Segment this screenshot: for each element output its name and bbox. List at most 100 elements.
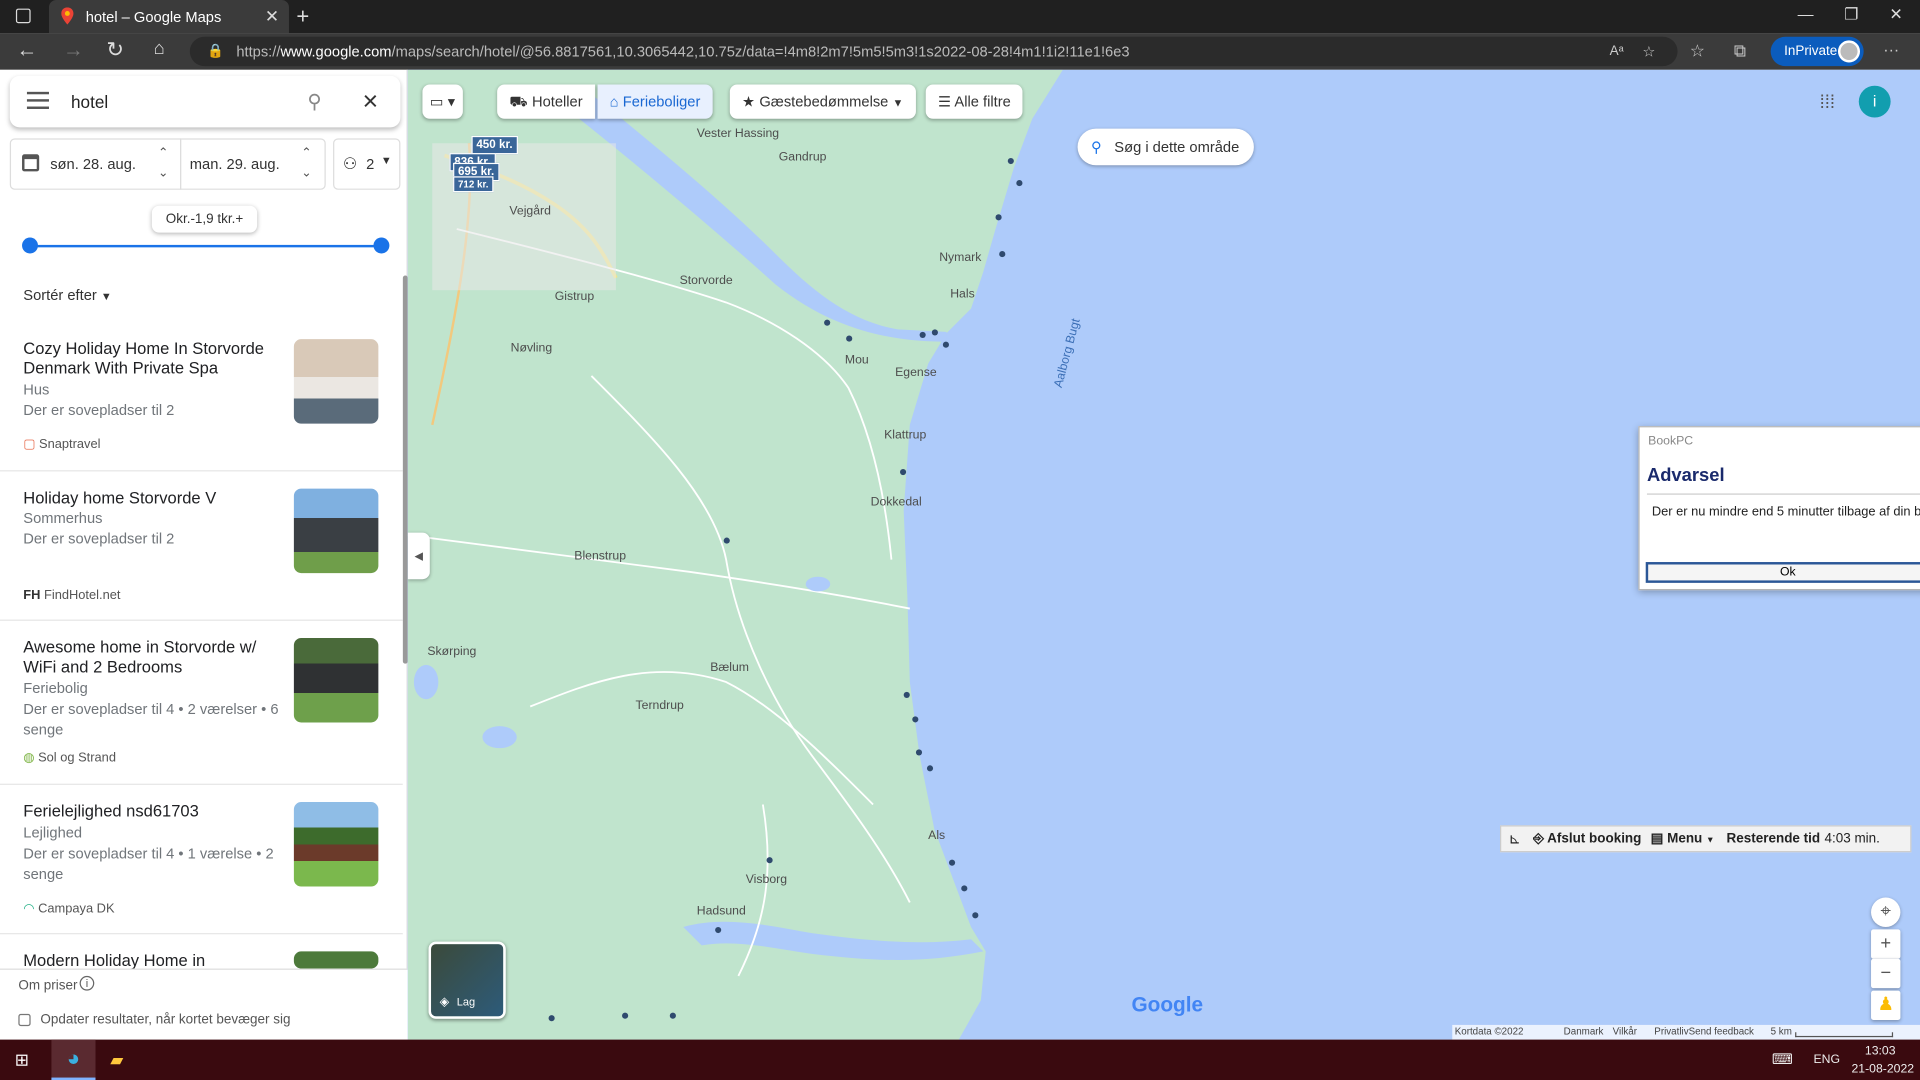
my-location-button[interactable]: ⌖: [1871, 897, 1901, 927]
guest-rating-chip[interactable]: ★ Gæstebedømmelse ▼: [729, 84, 916, 119]
window-close-icon[interactable]: ✕: [1889, 5, 1902, 25]
read-aloud-icon[interactable]: Aᵃ: [1610, 37, 1624, 66]
keyboard-chip[interactable]: ▭ ▾: [422, 84, 463, 119]
map-listing-marker[interactable]: [846, 335, 853, 342]
vacation-rentals-chip[interactable]: ⌂ Ferieboliger: [597, 84, 713, 119]
clock-time[interactable]: 13:03: [1865, 1044, 1896, 1057]
map-listing-marker[interactable]: [919, 331, 926, 338]
about-prices-link[interactable]: Om priser: [18, 978, 77, 993]
search-input[interactable]: hotel: [71, 92, 108, 112]
sort-dropdown[interactable]: Sortér efter ▼: [23, 287, 112, 304]
map-listing-marker[interactable]: [723, 537, 730, 544]
terms-link[interactable]: Vilkår: [1613, 1025, 1637, 1040]
result-title[interactable]: Holiday home Storvorde V: [23, 489, 274, 509]
collections-icon[interactable]: ⧉: [1734, 40, 1746, 61]
zoom-out-button[interactable]: −: [1871, 958, 1901, 989]
add-favorite-icon[interactable]: ☆: [1642, 37, 1655, 66]
all-filters-chip[interactable]: ☰ Alle filtre: [925, 84, 1024, 119]
map-listing-marker[interactable]: [766, 857, 773, 864]
tab-google-maps[interactable]: hotel – Google Maps ✕: [48, 0, 289, 34]
map-listing-marker[interactable]: [942, 341, 949, 348]
apps-grid-icon[interactable]: ⁞⁞⁞: [1820, 92, 1835, 113]
result-photo[interactable]: [293, 339, 379, 424]
checkin-field[interactable]: søn. 28. aug. ⌃ ⌄: [9, 138, 182, 190]
search-icon[interactable]: ⚲: [307, 89, 321, 113]
list-item[interactable]: Ferielejlighed nsd61703 Lejlighed Der er…: [0, 786, 403, 935]
tab-close-icon[interactable]: ✕: [265, 6, 279, 27]
map-listing-marker[interactable]: [912, 716, 919, 723]
restore-icon[interactable]: ❐: [1844, 5, 1858, 25]
guests-selector[interactable]: ⚇ 2 ▼: [333, 138, 401, 190]
home-icon[interactable]: ⌂: [147, 38, 171, 59]
back-icon[interactable]: ←: [15, 38, 39, 62]
more-menu-icon[interactable]: ···: [1883, 40, 1899, 58]
map-listing-marker[interactable]: [999, 251, 1006, 258]
result-photo[interactable]: [293, 637, 379, 723]
file-explorer-icon[interactable]: ▰: [110, 1049, 123, 1070]
country-link[interactable]: Danmark: [1564, 1025, 1604, 1040]
date-stepper-icon[interactable]: ⌃ ⌄: [301, 144, 311, 183]
info-icon[interactable]: i: [79, 975, 95, 991]
result-title[interactable]: Modern Holiday Home in: [23, 951, 274, 968]
clear-search-icon[interactable]: ×: [362, 86, 378, 118]
map-listing-marker[interactable]: [900, 468, 907, 476]
favorites-icon[interactable]: ☆: [1690, 40, 1705, 61]
search-this-area-button[interactable]: ⚲ Søg i dette område: [1077, 128, 1254, 166]
list-item[interactable]: Awesome home in Storvorde w/ WiFi and 2 …: [0, 622, 403, 785]
tab-actions-icon[interactable]: [15, 8, 31, 24]
refresh-icon[interactable]: ↻: [103, 38, 127, 62]
map-listing-marker[interactable]: [995, 214, 1002, 221]
price-slider-max-handle[interactable]: [373, 237, 390, 254]
menu-button[interactable]: ▤ Menu ▼: [1651, 827, 1715, 854]
map-listing-marker[interactable]: [972, 912, 979, 919]
map-listing-marker[interactable]: [1016, 180, 1023, 187]
result-photo[interactable]: [293, 951, 379, 969]
end-booking-button[interactable]: ⎆ Afslut booking: [1533, 827, 1641, 851]
map-listing-marker[interactable]: [824, 319, 831, 326]
inprivate-badge[interactable]: InPrivate: [1770, 36, 1864, 67]
map-listing-marker[interactable]: [948, 859, 956, 866]
keyboard-tray-icon[interactable]: ⌨: [1772, 1051, 1793, 1068]
list-item[interactable]: Modern Holiday Home in: [0, 936, 403, 969]
collapse-panel-button[interactable]: ◀: [407, 532, 430, 580]
dialog-ok-button[interactable]: Ok: [1645, 562, 1920, 583]
account-avatar[interactable]: i: [1858, 85, 1891, 118]
layers-button[interactable]: ◈ Lag: [428, 941, 506, 1019]
result-photo[interactable]: [293, 488, 379, 574]
privacy-link[interactable]: Privatliv: [1654, 1025, 1688, 1040]
street-view-pegman-icon[interactable]: ♟: [1871, 990, 1901, 1021]
update-results-checkbox[interactable]: [18, 1013, 31, 1027]
url-field[interactable]: 🔒 https://www.google.com/maps/search/hot…: [189, 36, 1678, 67]
result-title[interactable]: Awesome home in Storvorde w/ WiFi and 2 …: [23, 638, 274, 677]
clock-date[interactable]: 21-08-2022: [1851, 1063, 1914, 1076]
map-listing-marker[interactable]: [926, 765, 934, 772]
map-listing-marker[interactable]: [622, 1012, 629, 1019]
list-item[interactable]: Cozy Holiday Home In Storvorde Denmark W…: [0, 324, 403, 472]
map-listing-marker[interactable]: [903, 691, 910, 698]
map-listing-marker[interactable]: [669, 1012, 676, 1019]
map-listing-marker[interactable]: [715, 926, 722, 934]
map-listing-marker[interactable]: [1007, 157, 1014, 165]
result-title[interactable]: Cozy Holiday Home In Storvorde Denmark W…: [23, 339, 274, 378]
windows-start-icon[interactable]: ⊞: [15, 1049, 29, 1070]
send-feedback-link[interactable]: Send feedback: [1689, 1025, 1754, 1040]
minimize-icon[interactable]: —: [1798, 5, 1814, 23]
zoom-in-button[interactable]: +: [1871, 929, 1901, 959]
list-item[interactable]: Holiday home Storvorde V Sommerhus Der e…: [0, 473, 403, 621]
new-tab-icon[interactable]: +: [296, 4, 309, 30]
price-slider-min-handle[interactable]: [22, 237, 38, 254]
checkout-field[interactable]: man. 29. aug. ⌃ ⌄: [180, 138, 326, 190]
map-listing-marker[interactable]: [548, 1015, 555, 1022]
map-listing-marker[interactable]: [931, 329, 938, 336]
edge-taskbar-icon[interactable]: ◕: [51, 1039, 96, 1080]
result-title[interactable]: Ferielejlighed nsd61703: [23, 802, 274, 822]
date-stepper-icon[interactable]: ⌃ ⌄: [158, 144, 168, 183]
price-marker[interactable]: 450 kr.: [471, 135, 518, 155]
language-indicator[interactable]: ENG: [1813, 1053, 1840, 1066]
price-marker[interactable]: 712 kr.: [453, 176, 494, 193]
result-photo[interactable]: [293, 802, 379, 887]
map-listing-marker[interactable]: [915, 749, 923, 756]
hotels-chip[interactable]: ⛟ Hoteller: [497, 84, 595, 119]
forward-icon[interactable]: →: [61, 38, 85, 62]
price-slider-track[interactable]: [29, 244, 383, 248]
